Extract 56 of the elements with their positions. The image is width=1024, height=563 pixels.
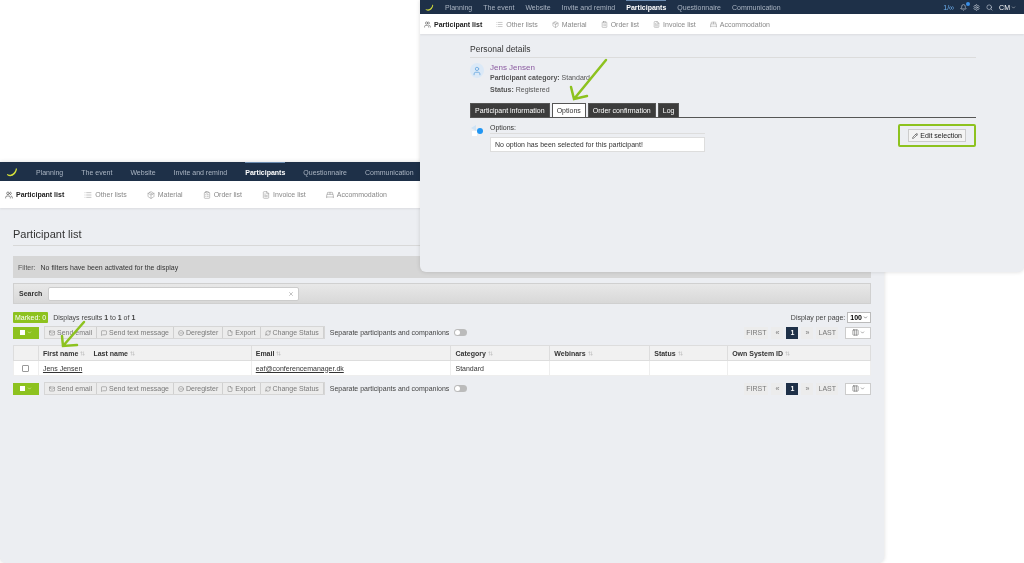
refresh-icon [264, 329, 271, 336]
message-icon [101, 329, 108, 336]
message-icon [101, 385, 108, 392]
sort-icon[interactable] [487, 350, 493, 356]
mail-icon [49, 329, 55, 336]
sort-icon[interactable] [130, 350, 135, 356]
list-icon [84, 190, 93, 199]
row-checkbox[interactable] [22, 364, 30, 372]
logo-icon [425, 2, 434, 12]
bulk-select-button[interactable] [13, 326, 39, 339]
columns-icon [851, 329, 859, 336]
list-icon [496, 20, 504, 28]
column-chooser-button[interactable] [845, 326, 871, 339]
file-icon [227, 385, 234, 392]
toggle-switch[interactable] [454, 385, 468, 392]
sort-icon[interactable] [80, 350, 86, 356]
caret-icon [1011, 4, 1016, 10]
participant-name: Jens Jensen [490, 63, 536, 72]
search-field[interactable] [48, 286, 300, 301]
search-icon[interactable] [986, 3, 994, 11]
toggle-switch[interactable] [454, 329, 468, 336]
package-icon [551, 20, 559, 28]
options-icon [470, 124, 484, 137]
users-icon [5, 190, 13, 199]
caret-icon [859, 330, 865, 335]
sort-icon[interactable] [785, 350, 791, 356]
clipboard-icon [202, 190, 211, 199]
caret-icon [859, 386, 865, 391]
logo-icon [6, 165, 18, 178]
columns-icon [851, 385, 859, 392]
package-icon [146, 190, 155, 199]
sort-icon[interactable] [677, 350, 683, 356]
bulk-select-button[interactable] [13, 382, 39, 395]
sort-icon[interactable] [587, 350, 593, 356]
minus-circle-icon [177, 329, 184, 336]
bell-icon [960, 3, 968, 11]
caret-icon [863, 315, 868, 320]
notification-icon[interactable] [960, 3, 968, 11]
settings-icon[interactable] [973, 3, 981, 11]
users-icon [424, 20, 431, 28]
bed-icon [325, 190, 334, 199]
bed-icon [709, 20, 717, 28]
document-icon [653, 20, 661, 28]
column-chooser-button[interactable] [845, 382, 871, 395]
clipboard-icon [600, 20, 608, 28]
refresh-icon [264, 385, 271, 392]
caret-icon [27, 386, 32, 391]
minus-circle-icon [177, 385, 184, 392]
pencil-icon [912, 132, 919, 139]
section-title: Personal details [470, 40, 976, 58]
document-icon [262, 190, 271, 199]
file-icon [227, 329, 234, 336]
sort-icon[interactable] [276, 350, 282, 356]
clear-icon[interactable] [288, 290, 295, 297]
caret-icon [27, 330, 32, 335]
mail-icon [49, 385, 55, 392]
